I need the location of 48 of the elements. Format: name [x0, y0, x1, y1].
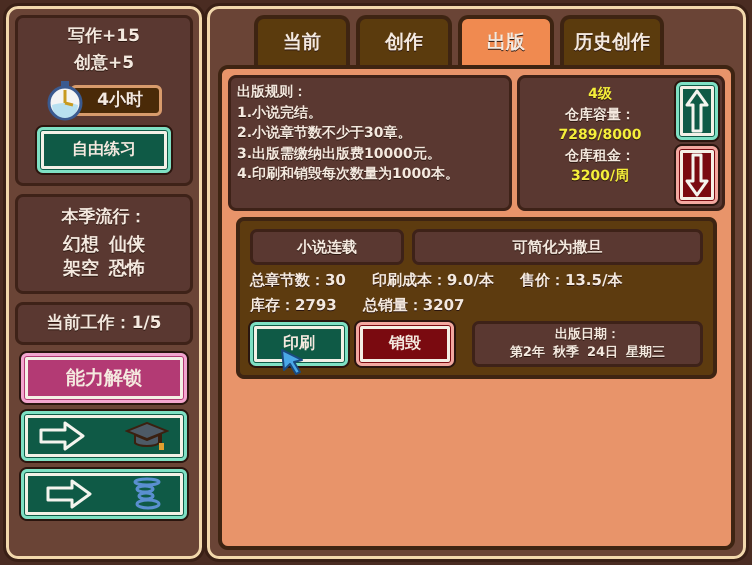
rule-text: 3.出版需缴纳出版费10000元。: [237, 146, 442, 163]
book-stat: 售价：13.5/本: [520, 271, 622, 290]
arrow-right-icon: [39, 421, 85, 451]
capacity-value: 7289/8000: [558, 127, 642, 144]
rules-title: 出版规则：: [237, 84, 308, 102]
date-text: 秋季: [552, 344, 579, 361]
book-stat: 总章节数：30: [250, 271, 346, 290]
action-button[interactable]: 印刷: [250, 322, 348, 366]
unlock-button[interactable]: 能力解锁: [21, 353, 187, 403]
time-text: 4小时: [97, 90, 143, 110]
book-subtitle: 可简化为撒旦: [512, 238, 602, 256]
arrow-down-icon: [685, 153, 709, 197]
capacity-label: 仓库容量：: [565, 106, 635, 124]
genre-text: 恐怖: [109, 258, 145, 281]
arrow-up-icon: [685, 89, 709, 133]
stat-text: 创意+5: [74, 53, 134, 74]
arrow-right-icon: [46, 479, 92, 509]
rent-label: 仓库租金：: [565, 148, 635, 165]
book-stat: 总销量：3207: [362, 296, 464, 314]
tab[interactable]: 当前: [254, 15, 350, 65]
nav-button[interactable]: [21, 411, 187, 461]
tab[interactable]: 历史创作: [560, 15, 664, 65]
date-text: 第2年: [510, 344, 545, 361]
date-text: 24日: [586, 344, 618, 361]
practice-button[interactable]: 自由练习: [37, 126, 171, 172]
date-label: 出版日期：: [555, 326, 620, 343]
current-work-text: 当前工作：1/5: [46, 312, 162, 334]
rule-text: 2.小说章节数不少于30章。: [237, 125, 413, 142]
upgrade-button[interactable]: [676, 82, 718, 140]
book-title: 小说连载: [297, 238, 357, 256]
genre-text: 幻想: [63, 234, 99, 256]
book-stat: 库存：2793: [250, 296, 337, 314]
graduation-cap-icon: [125, 420, 169, 452]
rule-text: 4.印刷和销毁每次数量为1000本。: [237, 166, 460, 184]
level-text: 4级: [588, 86, 612, 104]
genre-text: 仙侠: [109, 234, 145, 256]
downgrade-button[interactable]: [676, 146, 718, 204]
rule-text: 1.小说完结。: [237, 104, 324, 122]
spring-icon: [132, 477, 162, 511]
action-button[interactable]: 销毁: [356, 322, 454, 366]
date-text: 星期三: [626, 344, 666, 361]
tab[interactable]: 创作: [356, 15, 452, 65]
nav-button[interactable]: [21, 469, 187, 519]
rent-value: 3200/周: [570, 168, 630, 186]
trend-title: 本季流行：: [62, 206, 146, 228]
book-stat: 印刷成本：9.0/本: [372, 271, 494, 290]
genre-text: 架空: [63, 258, 99, 281]
stat-text: 写作+15: [68, 26, 140, 48]
